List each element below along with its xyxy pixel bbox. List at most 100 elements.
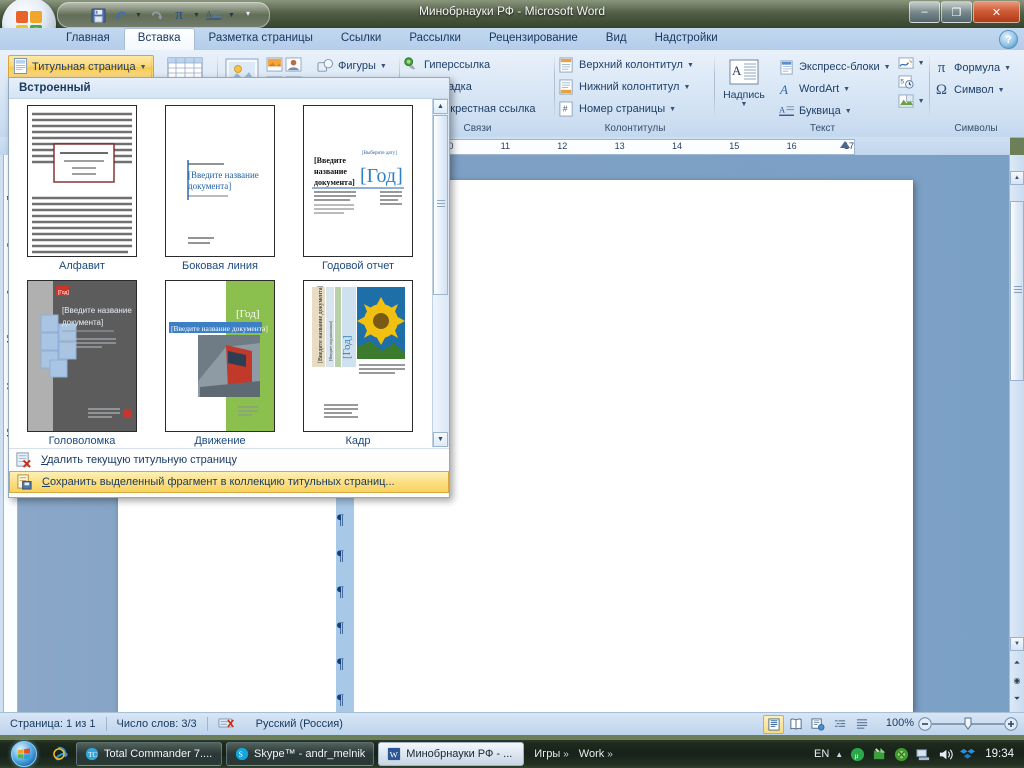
full-screen-reading-view-button[interactable] [785, 715, 806, 734]
page-number-button[interactable]: # Номер страницы ▼ [555, 98, 715, 120]
taskbar-toolbar-work[interactable]: Work » [579, 748, 613, 760]
close-button[interactable]: ✕ [973, 1, 1020, 23]
cover-page-gallery[interactable]: Встроенный Алфавит [Введите название док… [8, 77, 450, 498]
chevron-down-icon[interactable]: ▼ [140, 64, 147, 71]
gallery-scrollbar-thumb[interactable] [433, 115, 448, 295]
symbol-button[interactable]: Ω Символ ▼ [930, 79, 1022, 101]
formula-icon[interactable]: π [169, 5, 189, 25]
minimize-button[interactable]: – [909, 1, 940, 23]
chevron-down-icon[interactable]: ▼ [998, 87, 1005, 94]
shapes-button[interactable]: Фигуры ▼ [314, 55, 390, 77]
utorrent-icon[interactable]: µ [849, 746, 865, 762]
help-icon[interactable]: ? [999, 30, 1018, 49]
select-browse-object-button[interactable]: ◉ [1010, 673, 1024, 688]
print-layout-view-button[interactable] [763, 715, 784, 734]
chevron-down-icon[interactable]: ▼ [843, 86, 850, 93]
quick-parts-button[interactable]: Экспресс-блоки ▼ [775, 56, 894, 78]
antivirus-icon[interactable] [893, 746, 909, 762]
chevron-down-icon[interactable]: ▼ [683, 84, 690, 91]
language-indicator[interactable]: EN [814, 748, 829, 760]
tab-ssylki[interactable]: Ссылки [327, 28, 396, 52]
paragraph-style-icon[interactable]: A [204, 5, 224, 25]
volume-icon[interactable] [937, 746, 953, 762]
save-icon[interactable] [88, 5, 108, 25]
gallery-item-frame[interactable]: [Введите название документа] [Введите по… [293, 280, 423, 447]
update-icon[interactable] [871, 746, 887, 762]
gallery-item-annual[interactable]: [Введите название документа] [Выберите д… [293, 105, 423, 272]
gallery-scroll-down-button[interactable]: ▼ [433, 432, 448, 447]
web-layout-view-button[interactable] [807, 715, 828, 734]
taskbar-button-skype[interactable]: S Skype™ - andr_melnik [226, 742, 375, 766]
chevron-down-icon[interactable]: ▼ [918, 60, 925, 67]
taskbar-button-word[interactable]: W Минобрнауки РФ - ... [378, 742, 525, 766]
chevron-right-icon[interactable]: » [607, 749, 613, 760]
start-button[interactable] [2, 741, 46, 767]
vertical-scrollbar[interactable]: ▲ ▼ ⏶ ◉ ⏷ [1009, 155, 1024, 712]
customize-qat-button[interactable]: ▾ [240, 4, 256, 22]
redo-icon[interactable] [146, 5, 166, 25]
next-page-button[interactable]: ⏷ [1010, 691, 1024, 706]
gallery-scrollbar[interactable]: ▲ ▼ [432, 99, 449, 447]
page-status[interactable]: Страница: 1 из 1 [0, 718, 106, 730]
gallery-item-motion[interactable]: [Год] [Введите название документа] Движе… [155, 280, 285, 447]
header-button[interactable]: Верхний колонтитул ▼ [555, 54, 715, 76]
word-count-status[interactable]: Число слов: 3/3 [107, 718, 207, 730]
wordart-button[interactable]: A WordArt ▼ [775, 78, 894, 100]
tab-razmetka[interactable]: Разметка страницы [195, 28, 327, 52]
chevron-down-icon[interactable]: ▼ [884, 64, 891, 71]
date-time-button[interactable]: 5 [898, 75, 925, 90]
gallery-item-puzzle[interactable]: [Год] [Введите название документа] Голов… [17, 280, 147, 447]
spellcheck-icon[interactable] [208, 716, 246, 733]
draft-view-button[interactable] [851, 715, 872, 734]
undo-dropdown-icon[interactable]: ▼ [134, 5, 143, 25]
save-selection-to-cover-page-gallery-command[interactable]: Сохранить выделенный фрагмент в коллекци… [9, 471, 449, 493]
scroll-up-button[interactable]: ▲ [1010, 171, 1024, 185]
formula-dropdown-icon[interactable]: ▼ [192, 5, 201, 25]
language-status[interactable]: Русский (Россия) [246, 718, 353, 730]
gallery-scroll-up-button[interactable]: ▲ [433, 99, 448, 114]
previous-page-button[interactable]: ⏶ [1010, 655, 1024, 670]
taskbar-button-total-commander[interactable]: TC Total Commander 7.... [76, 742, 222, 766]
shapes-gallery-button[interactable] [285, 57, 302, 75]
text-box-button[interactable]: A Надпись ▼ [715, 53, 773, 122]
chevron-right-icon[interactable]: » [563, 749, 569, 760]
chevron-down-icon[interactable]: ▼ [918, 98, 925, 105]
taskbar-toolbar-games[interactable]: Игры » [534, 748, 569, 760]
tray-expand-icon[interactable]: ▲ [835, 750, 843, 759]
clock[interactable]: 19:34 [985, 748, 1014, 760]
tab-nadstroyki[interactable]: Надстройки [641, 28, 732, 52]
clip-art-button[interactable] [266, 57, 283, 75]
chevron-down-icon[interactable]: ▼ [687, 62, 694, 69]
drop-cap-button[interactable]: A Буквица ▼ [775, 100, 894, 122]
scroll-down-button[interactable]: ▼ [1010, 637, 1024, 651]
equation-button[interactable]: π Формула ▼ [930, 57, 1022, 79]
gallery-item-alphabet[interactable]: Алфавит [17, 105, 147, 272]
tab-vstavka[interactable]: Вставка [123, 28, 195, 52]
chevron-down-icon[interactable]: ▼ [380, 63, 387, 70]
dropbox-icon[interactable] [959, 746, 975, 762]
indent-marker[interactable] [840, 141, 850, 148]
office-button[interactable] [2, 0, 56, 28]
tab-recenzirovanie[interactable]: Рецензирование [475, 28, 592, 52]
object-button[interactable]: ▼ [898, 94, 925, 109]
chevron-down-icon[interactable]: ▼ [741, 101, 748, 108]
tab-vid[interactable]: Вид [592, 28, 641, 52]
tab-glavnaya[interactable]: Главная [52, 28, 124, 52]
chevron-down-icon[interactable]: ▼ [1004, 65, 1011, 72]
internet-explorer-icon[interactable] [46, 741, 72, 767]
network-icon[interactable] [915, 746, 931, 762]
zoom-level[interactable]: 100% [886, 717, 914, 729]
restore-button[interactable]: ❐ [941, 1, 972, 23]
outline-view-button[interactable] [829, 715, 850, 734]
scrollbar-thumb[interactable] [1010, 201, 1024, 381]
undo-icon[interactable] [111, 5, 131, 25]
zoom-slider[interactable] [918, 716, 1018, 732]
tab-rassylki[interactable]: Рассылки [395, 28, 475, 52]
chevron-down-icon[interactable]: ▼ [669, 106, 676, 113]
title-page-button[interactable]: Титульная страница ▼ [8, 55, 154, 79]
chevron-down-icon[interactable]: ▼ [845, 108, 852, 115]
remove-current-cover-page-command[interactable]: Удалить текущую титульную страницу [9, 449, 449, 471]
paragraph-dropdown-icon[interactable]: ▼ [227, 5, 236, 25]
gallery-item-sideline[interactable]: [Введите название документа] Боковая лин… [155, 105, 285, 272]
signature-line-button[interactable]: ▼ [898, 56, 925, 71]
